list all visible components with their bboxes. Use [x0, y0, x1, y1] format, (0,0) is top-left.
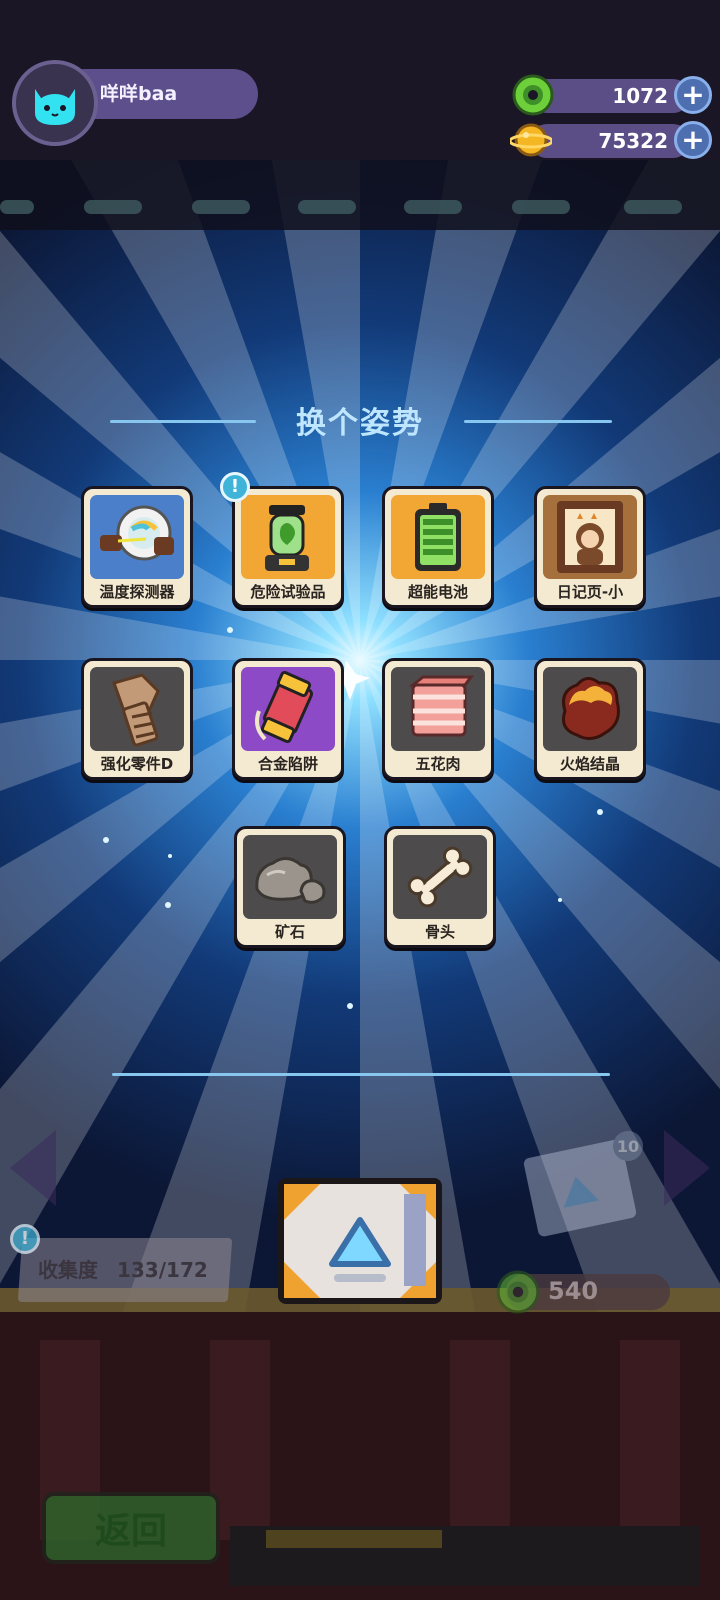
- bolt-part-icon: [112, 673, 160, 747]
- modal-title: 换个姿势: [296, 406, 424, 441]
- donut-currency-value: 1072: [612, 84, 668, 108]
- planet-currency-value: 75322: [598, 129, 668, 153]
- price-value: 540: [548, 1277, 599, 1305]
- item-card[interactable]: 温度探测器: [81, 486, 193, 608]
- plus-icon: +: [681, 78, 705, 111]
- item-card[interactable]: 五花肉: [382, 658, 494, 780]
- item-label: 危险试验品: [250, 583, 326, 601]
- item-label: 合金陷阱: [257, 755, 318, 773]
- golden-planet-coin-icon: [510, 123, 552, 157]
- alloy-trap-icon: [255, 671, 314, 744]
- blind-box-crate-icon[interactable]: [276, 1176, 444, 1306]
- item-label: 强化零件D: [100, 755, 174, 773]
- diary-page-photo-icon: [557, 501, 623, 573]
- collection-label: 收集度: [38, 1258, 98, 1282]
- item-card[interactable]: 合金陷阱: [232, 658, 344, 780]
- item-label: 五花肉: [415, 755, 461, 773]
- add-planet-currency-button[interactable]: +: [674, 121, 712, 159]
- bone-icon: [407, 846, 473, 908]
- item-label: 超能电池: [407, 583, 468, 601]
- item-card[interactable]: 强化零件D: [81, 658, 193, 780]
- side-box-badge: 10: [617, 1137, 639, 1156]
- pork-belly-icon: [408, 675, 474, 737]
- collection-alert-badge[interactable]: !: [10, 1224, 40, 1254]
- ore-rock-icon: [255, 857, 326, 904]
- item-card[interactable]: 骨头: [384, 826, 496, 948]
- side-blind-box-icon[interactable]: 10: [520, 1130, 650, 1240]
- item-label: 骨头: [424, 923, 455, 941]
- collection-value: 133/172: [116, 1258, 208, 1282]
- battery-icon: [415, 503, 461, 571]
- collection-progress: 收集度 133/172: [38, 1254, 208, 1283]
- item-card[interactable]: 日记页-小: [534, 486, 646, 608]
- item-card[interactable]: 火焰结晶: [534, 658, 646, 780]
- item-label: 日记页-小: [556, 583, 624, 601]
- flame-crystal-icon: [562, 677, 620, 740]
- plus-icon: +: [681, 123, 705, 156]
- temperature-detector-icon: [100, 505, 174, 561]
- add-donut-currency-button[interactable]: +: [674, 76, 712, 114]
- item-label: 矿石: [274, 923, 305, 941]
- item-label: 火焰结晶: [559, 755, 620, 773]
- item-card[interactable]: 危险试验品: [232, 486, 344, 608]
- item-card[interactable]: 矿石: [234, 826, 346, 948]
- game-background: [0, 0, 720, 1600]
- cat-face-icon: [35, 89, 75, 125]
- item-alert-badge[interactable]: !: [220, 472, 250, 502]
- green-donut-coin-icon: [496, 1270, 540, 1314]
- hazard-specimen-jar-icon: [265, 505, 309, 571]
- item-label: 温度探测器: [99, 583, 175, 601]
- item-card[interactable]: 超能电池: [382, 486, 494, 608]
- bottom-divider: [112, 1073, 610, 1076]
- back-button-label: 返回: [94, 1511, 167, 1552]
- player-name: 咩咩baa: [100, 83, 178, 105]
